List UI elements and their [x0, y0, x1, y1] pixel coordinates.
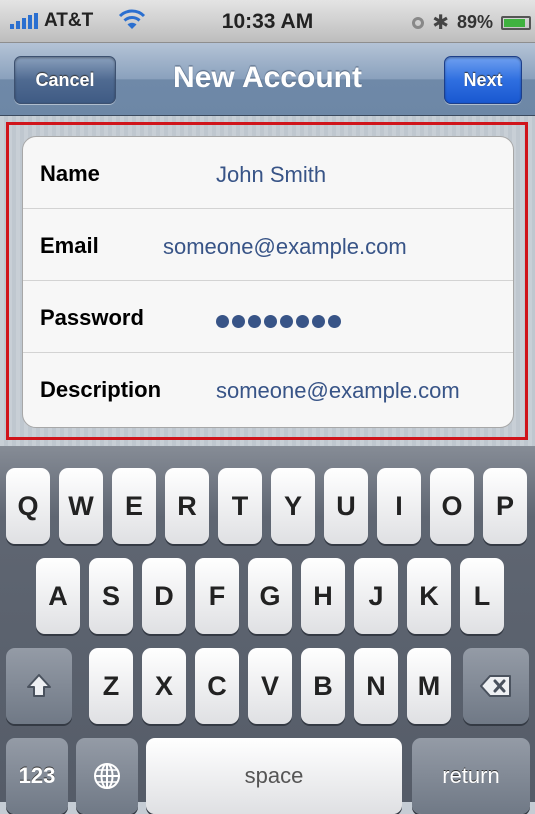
next-button[interactable]: Next: [444, 56, 522, 104]
battery-icon: [501, 15, 531, 30]
key-c[interactable]: C: [195, 648, 239, 724]
backspace-key[interactable]: [463, 648, 529, 724]
shift-key[interactable]: [6, 648, 72, 724]
key-t[interactable]: T: [218, 468, 262, 544]
key-y[interactable]: Y: [271, 468, 315, 544]
key-g[interactable]: G: [248, 558, 292, 634]
keyboard: Q W E R T Y U I O P A S D F G H J K L Z …: [0, 446, 535, 814]
key-u[interactable]: U: [324, 468, 368, 544]
key-i[interactable]: I: [377, 468, 421, 544]
key-b[interactable]: B: [301, 648, 345, 724]
key-k[interactable]: K: [407, 558, 451, 634]
email-row[interactable]: Email someone@example.com: [23, 209, 513, 281]
key-r[interactable]: R: [165, 468, 209, 544]
email-field[interactable]: someone@example.com: [163, 234, 407, 260]
name-row[interactable]: Name John Smith: [23, 137, 513, 209]
description-field[interactable]: someone@example.com: [216, 378, 460, 404]
password-field[interactable]: [216, 315, 341, 328]
name-label: Name: [40, 161, 100, 186]
key-q[interactable]: Q: [6, 468, 50, 544]
key-m[interactable]: M: [407, 648, 451, 724]
key-v[interactable]: V: [248, 648, 292, 724]
globe-icon: [94, 763, 120, 789]
battery-percent: 89%: [456, 12, 493, 32]
form-area: Name John Smith Email someone@example.co…: [0, 116, 535, 446]
key-l[interactable]: L: [460, 558, 504, 634]
key-d[interactable]: D: [142, 558, 186, 634]
account-form: Name John Smith Email someone@example.co…: [22, 136, 514, 428]
shift-icon: [27, 674, 51, 697]
key-f[interactable]: F: [195, 558, 239, 634]
bluetooth-icon: ✱: [432, 12, 449, 34]
status-bar: AT&T 10:33 AM ✱ 89%: [0, 0, 535, 43]
space-key[interactable]: space: [146, 738, 402, 814]
numbers-key[interactable]: 123: [6, 738, 68, 814]
key-j[interactable]: J: [354, 558, 398, 634]
globe-key[interactable]: [76, 738, 138, 814]
status-right: ✱ 89%: [412, 10, 531, 35]
return-key[interactable]: return: [412, 738, 530, 814]
key-p[interactable]: P: [483, 468, 527, 544]
key-s[interactable]: S: [89, 558, 133, 634]
key-n[interactable]: N: [354, 648, 398, 724]
password-label: Password: [40, 305, 144, 330]
name-field[interactable]: John Smith: [216, 162, 326, 188]
navigation-bar: Cancel New Account Next: [0, 43, 535, 116]
description-label: Description: [40, 377, 162, 402]
password-row[interactable]: Password: [23, 281, 513, 353]
orientation-lock-icon: [412, 16, 425, 29]
key-z[interactable]: Z: [89, 648, 133, 724]
email-label: Email: [40, 233, 99, 258]
key-a[interactable]: A: [36, 558, 80, 634]
description-row[interactable]: Description someone@example.com: [23, 353, 513, 425]
key-e[interactable]: E: [112, 468, 156, 544]
key-w[interactable]: W: [59, 468, 103, 544]
key-x[interactable]: X: [142, 648, 186, 724]
backspace-icon: [480, 675, 511, 697]
key-o[interactable]: O: [430, 468, 474, 544]
key-h[interactable]: H: [301, 558, 345, 634]
